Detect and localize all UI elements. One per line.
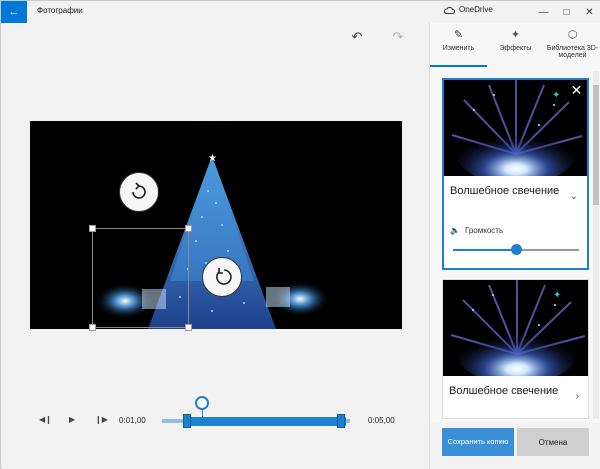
svg-text:✦: ✦ [553,290,561,301]
trim-end-handle[interactable] [337,414,345,428]
volume-row: 🔈 Громкость [450,226,503,235]
skip-back-icon: ◀❙ [39,415,52,424]
effect-title: Волшебное свечение [450,185,560,197]
play-button[interactable]: ▶ [69,415,75,424]
title-bar: ← Фотографии OneDrive — □ ✕ [1,1,600,23]
panel-footer: Сохранить копию Отмена [430,423,600,469]
onedrive-label: OneDrive [459,5,493,14]
back-button[interactable]: ← [1,1,27,23]
close-button[interactable]: ✕ [578,1,600,23]
crop-handle[interactable] [185,324,192,331]
christmas-tree-image: ★ [30,121,402,329]
volume-label: Громкость [464,226,504,235]
pencil-icon: ✎ [453,29,464,41]
maximize-button[interactable]: □ [555,1,578,23]
effect-thumbnail: ✦ [443,280,588,376]
playback-bar: ◀❙ ▶ ❙▶ 0:01,00 0:05,00 [2,396,429,433]
crop-frame[interactable] [89,225,192,331]
trim-start-handle[interactable] [183,414,191,428]
undo-icon: ↶ [351,29,363,44]
panel-scrollbar[interactable] [593,71,599,419]
undo-button[interactable]: ↶ [349,29,365,45]
arrow-left-icon: ← [8,6,20,18]
volume-fill [453,249,516,251]
magic-glow-preview: ✦ [444,80,587,176]
cloud-icon [444,6,455,14]
svg-text:★: ★ [208,153,217,164]
cancel-button[interactable]: Отмена [517,428,589,456]
chevron-down-icon[interactable]: ⌄ [570,191,578,202]
tab-edit[interactable]: ✎ Изменить [430,23,487,67]
volume-slider-thumb[interactable] [511,244,522,255]
effect-card[interactable]: ✦ ✕ Волшебное свечение ⌄ 🔈 Громкость [442,78,589,270]
tab-label: Изменить [442,45,475,52]
timeline-selection[interactable] [186,417,346,426]
window-controls: — □ ✕ [532,1,600,23]
save-copy-button[interactable]: Сохранить копию [442,428,514,456]
effect-title: Волшебное свечение [449,385,559,397]
tab-label: Библиотека 3D-моделей [546,45,599,59]
play-icon: ▶ [69,415,76,424]
minimize-icon: — [538,6,549,18]
effect-card[interactable]: ✦ Волшебное свечение › [442,279,589,419]
sparkle-icon: ✦ [510,29,521,41]
redo-icon: ↷ [392,29,404,44]
minimize-button[interactable]: — [532,1,555,23]
start-time: 0:01,00 [119,416,146,425]
close-icon: ✕ [570,82,583,98]
cube-icon: ⬡ [567,29,578,41]
skip-forward-button[interactable]: ❙▶ [95,415,108,424]
skip-back-button[interactable]: ◀❙ [39,415,52,424]
redo-button[interactable]: ↷ [390,29,406,45]
maximize-icon: □ [563,6,570,18]
crop-handle[interactable] [185,225,192,232]
app-title: Фотографии [37,6,83,15]
crop-handle[interactable] [89,225,96,232]
effect-thumbnail: ✦ ✕ [444,80,587,176]
panel-tabs: ✎ Изменить ✦ Эффекты ⬡ Библиотека 3D-мод… [430,23,600,67]
speaker-icon: 🔈 [450,226,460,235]
rotate-clockwise-icon [132,182,146,199]
close-icon: ✕ [585,6,594,18]
effects-panel: ✎ Изменить ✦ Эффекты ⬡ Библиотека 3D-мод… [429,23,600,469]
crop-handle[interactable] [89,324,96,331]
app-window: ← Фотографии OneDrive — □ ✕ ↶ ↷ ★ ◀❙ ▶ ❙… [0,0,600,469]
tab-3d-library[interactable]: ⬡ Библиотека 3D-моделей [544,23,600,67]
end-time: 0:05,00 [368,416,395,425]
tab-effects[interactable]: ✦ Эффекты [487,23,544,67]
scroll-thumb[interactable] [593,85,599,205]
video-preview[interactable]: ★ [30,121,402,329]
rotate-icon [216,268,232,285]
svg-text:✦: ✦ [552,90,560,101]
playhead-knob[interactable] [195,396,209,410]
magic-glow-preview: ✦ [443,280,588,376]
skip-forward-icon: ❙▶ [95,415,108,424]
editor-area: ↶ ↷ ★ ◀❙ ▶ ❙▶ 0:01,00 0:05,00 [2,23,429,469]
chevron-right-icon[interactable]: › [576,391,579,402]
onedrive-button[interactable]: OneDrive [444,5,493,14]
tab-label: Эффекты [499,45,532,52]
rotate-sticker-button[interactable] [202,257,242,297]
rotate-button[interactable] [119,172,159,212]
remove-effect-button[interactable]: ✕ [567,81,586,100]
